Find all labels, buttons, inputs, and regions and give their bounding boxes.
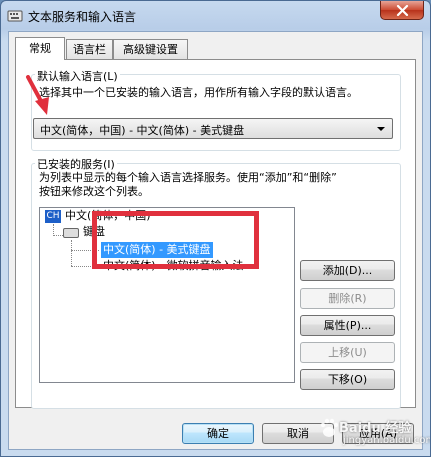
annotation-highlight-box [92,211,259,269]
move-up-button[interactable]: 上移(U) [300,342,395,363]
paw-icon [320,418,339,437]
language-badge-icon: CH [45,210,61,223]
tab-language-bar[interactable]: 语言栏 [66,39,113,59]
baidu-watermark: Baidu 经验 jingyan.baidu.com [317,409,431,453]
red-arrow-icon [26,75,49,115]
dialog-window: 文本服务和输入语言 常规 语言栏 高级键设置 默认输入语言(L) 选择其中一个已… [0,0,431,457]
title-bar[interactable]: 文本服务和输入语言 [1,1,430,31]
window-title: 文本服务和输入语言 [28,10,137,24]
tab-advanced-key-settings[interactable]: 高级键设置 [113,39,188,59]
ok-button[interactable]: 确定 [182,423,254,444]
installed-services-description-1: 为列表中显示的每个输入语言选择服务。使用“添加”和“删除” [39,171,337,184]
default-language-selected: 中文(简体，中国) - 中文(简体) - 美式键盘 [40,124,245,137]
tab-general[interactable]: 常规 [15,37,65,60]
watermark-brand: Baidu 经验 [339,421,412,436]
installed-services-label: 已安装的服务(I) [35,156,117,172]
add-button[interactable]: 添加(D)... [300,260,395,281]
default-language-description: 选择其中一个已安装的输入语言，用作所有输入字段的默认语言。 [39,86,358,99]
keyboard-icon [63,228,79,238]
close-icon [396,5,409,16]
installed-services-description-2: 按钮来修改这个列表。 [39,185,149,198]
close-button[interactable] [380,1,424,20]
properties-button[interactable]: 属性(P)... [300,315,395,336]
text-services-icon [7,10,23,22]
remove-button[interactable]: 删除(R) [300,288,395,309]
move-down-button[interactable]: 下移(O) [300,369,395,390]
watermark-url: jingyan.baidu.com [343,435,431,446]
default-language-dropdown[interactable]: 中文(简体，中国) - 中文(简体) - 美式键盘 [33,118,393,139]
chevron-down-icon [377,127,385,131]
